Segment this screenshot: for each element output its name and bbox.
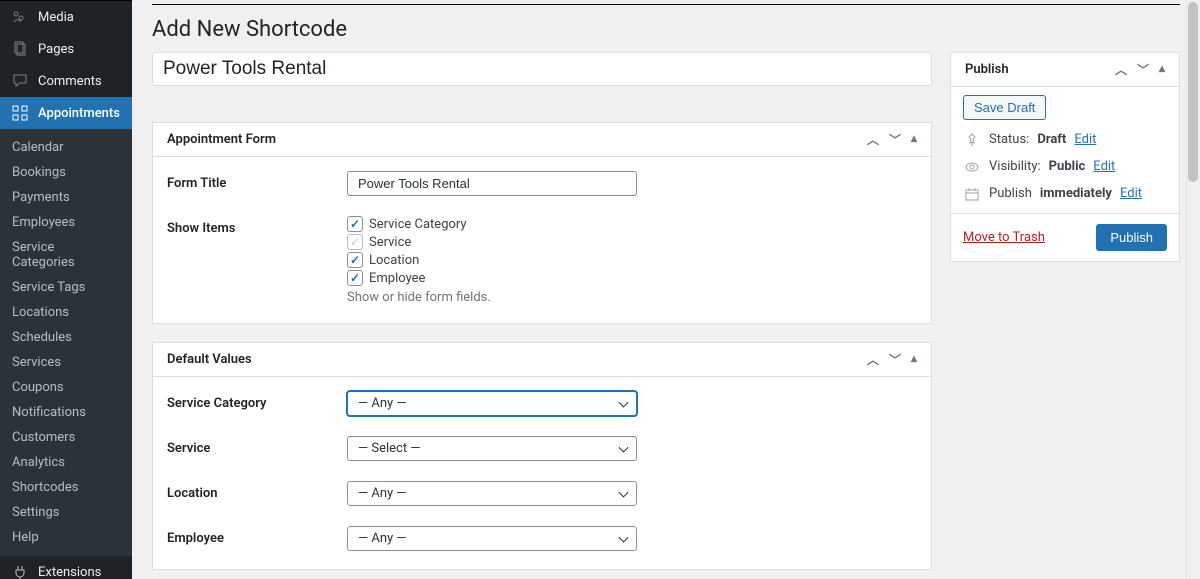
show-items-label: Show Items — [167, 216, 347, 236]
pin-icon — [963, 133, 981, 147]
page-title: Add New Shortcode — [152, 1, 1180, 52]
sidebar-item-label: Comments — [38, 74, 102, 89]
sidebar-item-comments[interactable]: Comments — [0, 65, 132, 97]
schedule-label: Publish — [989, 186, 1032, 201]
sidebar-sub-services[interactable]: Services — [0, 350, 132, 375]
move-to-trash-link[interactable]: Move to Trash — [963, 230, 1045, 245]
checkbox-label: Employee — [369, 271, 425, 286]
visibility-label: Visibility: — [989, 159, 1041, 174]
grid-icon — [10, 103, 30, 123]
default-service-category-label: Service Category — [167, 391, 347, 411]
form-title-label: Form Title — [167, 171, 347, 191]
status-value: Draft — [1037, 132, 1066, 147]
sidebar-item-label: Pages — [38, 42, 74, 57]
sidebar-sub-schedules[interactable]: Schedules — [0, 325, 132, 350]
sidebar-item-pages[interactable]: Pages — [0, 33, 132, 65]
default-employee-label: Employee — [167, 526, 347, 546]
panel-collapse-icon[interactable]: ▴ — [911, 351, 917, 368]
status-label: Status: — [989, 132, 1029, 147]
sidebar-submenu: CalendarBookingsPaymentsEmployeesService… — [0, 129, 132, 556]
pages-icon — [10, 39, 30, 59]
comment-icon — [10, 71, 30, 91]
sidebar-sub-coupons[interactable]: Coupons — [0, 375, 132, 400]
form-title-input[interactable] — [347, 171, 637, 196]
status-edit-link[interactable]: Edit — [1074, 132, 1096, 147]
publish-button[interactable]: Publish — [1096, 224, 1167, 251]
plug-icon — [10, 562, 30, 579]
panel-up-icon[interactable]: ︿ — [1115, 61, 1127, 78]
panel-publish: Publish ︿ ﹀ ▴ Save Draft — [950, 52, 1180, 262]
panel-default-values: Default Values ︿ ﹀ ▴ Service Category— A… — [152, 342, 932, 570]
sidebar-sub-service-tags[interactable]: Service Tags — [0, 275, 132, 300]
checkbox-label: Service Category — [369, 217, 467, 232]
sidebar-sub-bookings[interactable]: Bookings — [0, 160, 132, 185]
schedule-value: immediately — [1040, 186, 1112, 201]
panel-up-icon[interactable]: ︿ — [867, 131, 879, 148]
panel-title: Publish — [965, 62, 1009, 77]
panel-down-icon[interactable]: ﹀ — [889, 351, 901, 368]
sidebar-sub-notifications[interactable]: Notifications — [0, 400, 132, 425]
visibility-value: Public — [1049, 159, 1086, 174]
sidebar-item-extensions[interactable]: Extensions — [0, 556, 132, 579]
sidebar-item-label: Extensions — [38, 565, 101, 579]
sidebar-sub-shortcodes[interactable]: Shortcodes — [0, 475, 132, 500]
sidebar-sub-customers[interactable]: Customers — [0, 425, 132, 450]
panel-up-icon[interactable]: ︿ — [867, 351, 879, 368]
sidebar-sub-employees[interactable]: Employees — [0, 210, 132, 235]
sidebar-item-appointments[interactable]: Appointments — [0, 97, 132, 129]
sidebar-sub-locations[interactable]: Locations — [0, 300, 132, 325]
eye-icon — [963, 160, 981, 174]
panel-title: Default Values — [167, 352, 252, 367]
media-icon — [10, 7, 30, 27]
checkbox-label: Location — [369, 253, 419, 268]
sidebar-item-label: Media — [38, 10, 74, 25]
panel-collapse-icon[interactable]: ▴ — [911, 131, 917, 148]
admin-sidebar: Media Pages Comments Appointments Calendar… — [0, 0, 132, 579]
checkbox-service-category[interactable] — [347, 216, 363, 232]
sidebar-item-media[interactable]: Media — [0, 1, 132, 33]
show-items-hint: Show or hide form fields. — [347, 290, 637, 305]
default-location-label: Location — [167, 481, 347, 501]
checkbox-employee[interactable] — [347, 270, 363, 286]
panel-collapse-icon[interactable]: ▴ — [1159, 61, 1165, 78]
default-location-select[interactable]: — Any — — [347, 481, 637, 506]
save-draft-button[interactable]: Save Draft — [963, 95, 1046, 120]
panel-appointment-form: Appointment Form ︿ ﹀ ▴ Form Title — [152, 122, 932, 324]
scrollbar-track[interactable] — [1186, 0, 1200, 579]
panel-down-icon[interactable]: ﹀ — [889, 131, 901, 148]
sidebar-sub-analytics[interactable]: Analytics — [0, 450, 132, 475]
sidebar-sub-calendar[interactable]: Calendar — [0, 135, 132, 160]
default-service-category-select[interactable]: — Any — — [347, 391, 637, 416]
scrollbar-thumb[interactable] — [1188, 2, 1198, 182]
shortcode-title-input[interactable] — [152, 52, 932, 86]
schedule-edit-link[interactable]: Edit — [1120, 186, 1142, 201]
checkbox-service[interactable] — [347, 234, 363, 250]
checkbox-location[interactable] — [347, 252, 363, 268]
default-service-label: Service — [167, 436, 347, 456]
panel-title: Appointment Form — [167, 132, 276, 147]
default-service-select[interactable]: — Select — — [347, 436, 637, 461]
sidebar-sub-settings[interactable]: Settings — [0, 500, 132, 525]
visibility-edit-link[interactable]: Edit — [1093, 159, 1115, 174]
calendar-icon — [963, 187, 981, 201]
sidebar-item-label: Appointments — [38, 106, 120, 121]
sidebar-sub-service-categories[interactable]: Service Categories — [0, 235, 132, 275]
panel-down-icon[interactable]: ﹀ — [1137, 61, 1149, 78]
main-content: Add New Shortcode Appointment Form ︿ ﹀ ▴ — [132, 0, 1200, 579]
sidebar-sub-help[interactable]: Help — [0, 525, 132, 550]
sidebar-sub-payments[interactable]: Payments — [0, 185, 132, 210]
default-employee-select[interactable]: — Any — — [347, 526, 637, 551]
checkbox-label: Service — [369, 235, 411, 250]
